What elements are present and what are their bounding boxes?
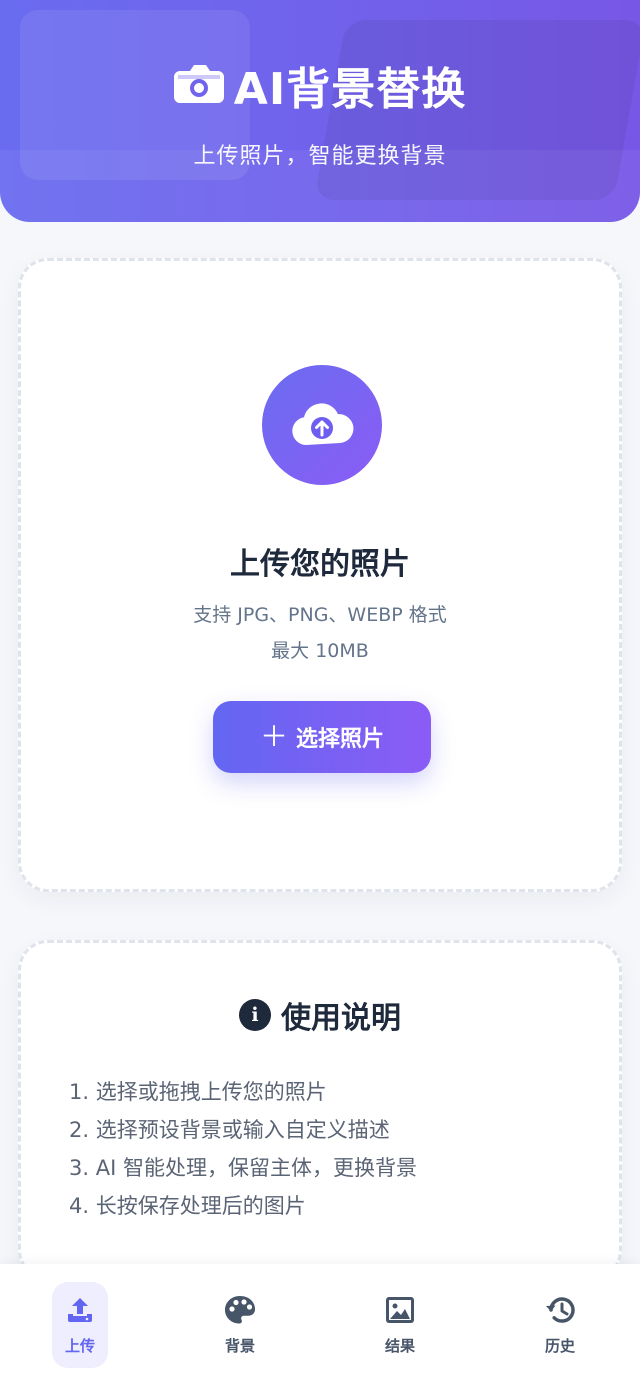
plus-icon: ＋ [259,720,288,753]
history-icon [544,1295,576,1329]
info-icon: i [239,999,271,1031]
instruction-step: 1. 选择或拖拽上传您的照片 [69,1080,327,1104]
tab-history-label: 历史 [544,1336,575,1355]
instructions-title: 使用说明 [281,1001,401,1036]
tab-upload[interactable]: 上传 [52,1282,108,1368]
instruction-step: 4. 长按保存处理后的图片 [69,1194,306,1218]
upload-formats-text: 支持 JPG、PNG、WEBP 格式 [193,604,447,626]
camera-icon [173,61,224,109]
tab-upload-label: 上传 [64,1336,95,1355]
upload-dropzone[interactable]: 上传您的照片 支持 JPG、PNG、WEBP 格式 最大 10MB ＋ 选择照片 [18,258,622,892]
bottom-tab-bar: 上传 背景 结果 历史 [0,1264,640,1387]
upload-max-size-text: 最大 10MB [271,640,369,662]
cloud-upload-icon [262,365,382,485]
upload-icon [65,1295,95,1329]
page-subtitle: 上传照片，智能更换背景 [193,144,447,169]
instructions-list: 1. 选择或拖拽上传您的照片 2. 选择预设背景或输入自定义描述 3. AI 智… [69,1073,417,1225]
instruction-step: 2. 选择预设背景或输入自定义描述 [69,1118,390,1142]
choose-photo-button[interactable]: ＋ 选择照片 [213,701,431,773]
tab-result[interactable]: 结果 [372,1282,428,1368]
header-banner: AI背景替换 上传照片，智能更换背景 [0,0,640,222]
tab-result-label: 结果 [384,1336,415,1355]
instruction-step: 3. AI 智能处理，保留主体，更换背景 [69,1156,417,1180]
tab-background-label: 背景 [224,1336,255,1355]
choose-photo-label: 选择照片 [296,727,385,752]
header-title-row: AI背景替换 [0,55,640,115]
instructions-card: i 使用说明 1. 选择或拖拽上传您的照片 2. 选择预设背景或输入自定义描述 … [18,940,622,1280]
palette-icon [224,1295,256,1329]
page-title: AI背景替换 [233,64,467,115]
tab-history[interactable]: 历史 [532,1282,588,1368]
image-icon [385,1295,415,1329]
instructions-title-row: i 使用说明 [21,993,619,1037]
upload-title: 上传您的照片 [230,547,410,582]
tab-background[interactable]: 背景 [212,1282,268,1368]
